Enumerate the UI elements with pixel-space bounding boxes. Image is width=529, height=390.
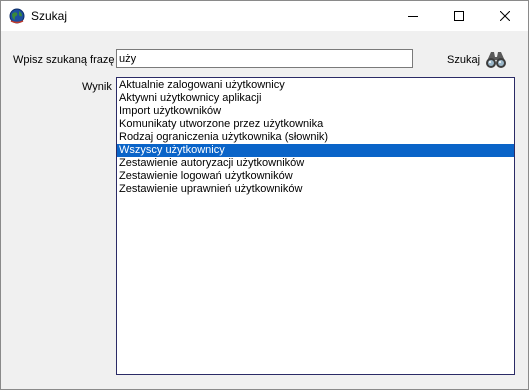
close-icon (500, 11, 510, 21)
title-bar[interactable]: Szukaj (1, 1, 528, 31)
search-button[interactable]: Szukaj (447, 48, 517, 72)
search-phrase-label: Wpisz szukaną frazę (13, 54, 115, 66)
result-label: Wynik (82, 81, 112, 93)
list-item[interactable]: Zestawienie uprawnień użytkowników (117, 183, 514, 196)
search-input[interactable] (116, 49, 413, 68)
list-item[interactable]: Zestawienie logowań użytkowników (117, 170, 514, 183)
search-button-label: Szukaj (447, 54, 481, 66)
globe-icon (9, 8, 25, 24)
list-item[interactable]: Rodzaj ograniczenia użytkownika (słownik… (117, 131, 514, 144)
maximize-icon (454, 11, 464, 21)
list-item[interactable]: Wszyscy użytkownicy (117, 144, 514, 157)
list-item[interactable]: Aktualnie zalogowani użytkownicy (117, 79, 514, 92)
list-item[interactable]: Komunikaty utworzone przez użytkownika (117, 118, 514, 131)
list-item[interactable]: Zestawienie autoryzacji użytkowników (117, 157, 514, 170)
maximize-button[interactable] (436, 1, 482, 31)
search-dialog: Szukaj Wpisz szukaną frazę Szukaj (0, 0, 529, 390)
result-listbox[interactable]: Aktualnie zalogowani użytkownicy Aktywni … (116, 77, 515, 375)
list-item[interactable]: Import użytkowników (117, 105, 514, 118)
binoculars-icon (486, 52, 507, 68)
minimize-icon (408, 16, 418, 17)
list-item[interactable]: Aktywni użytkownicy aplikacji (117, 92, 514, 105)
close-button[interactable] (482, 1, 528, 31)
minimize-button[interactable] (390, 1, 436, 31)
window-title: Szukaj (31, 9, 68, 23)
